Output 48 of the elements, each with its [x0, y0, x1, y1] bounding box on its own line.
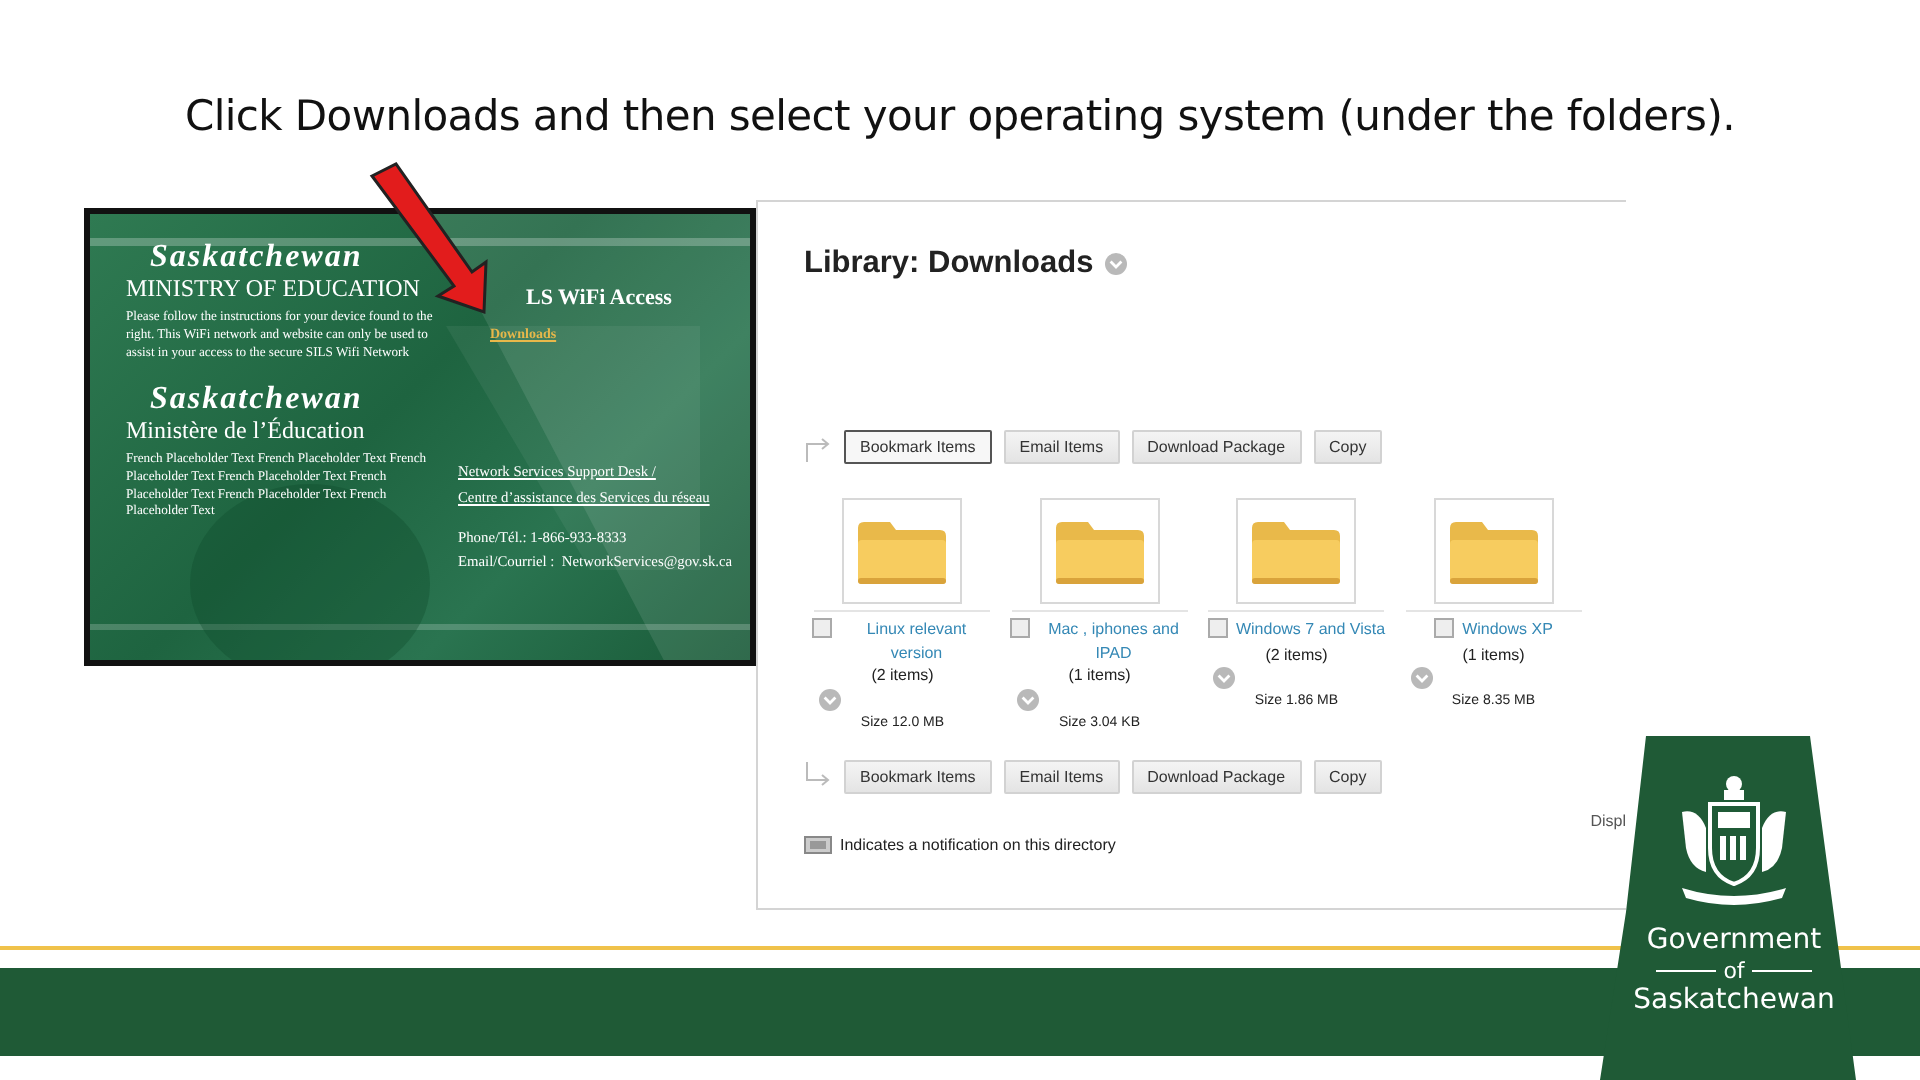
folder-icon: [1055, 521, 1144, 583]
display-label: Displ: [1590, 811, 1626, 829]
item-count: (2 items): [871, 664, 934, 687]
chevron-icon: [1015, 687, 1040, 711]
toolbar-button[interactable]: Bookmark Items: [844, 430, 992, 464]
folder-tile[interactable]: [1039, 498, 1160, 604]
ministry-heading: Saskatchewan: [148, 383, 365, 416]
chevron-icon: [1212, 666, 1237, 690]
folder-icon: [1252, 521, 1341, 583]
checkbox[interactable]: [1207, 618, 1228, 638]
toolbar-button[interactable]: Email Items: [1003, 759, 1120, 793]
toolbar-button[interactable]: Download Package: [1131, 430, 1302, 464]
item-count: (1 items): [1068, 664, 1131, 687]
toolbar-button[interactable]: Download Package: [1131, 759, 1302, 793]
ministry-name: MINISTRY OF EDUCATION: [126, 274, 420, 304]
folder-tile[interactable]: [1236, 498, 1357, 604]
ministry-heading: Saskatchewan: [148, 242, 365, 274]
corner-arrow-icon: [804, 762, 832, 790]
page-title: LS WiFi Access: [524, 286, 674, 310]
folder-link[interactable]: Mac , iphones and IPAD: [1037, 618, 1190, 664]
logo-text: of: [1723, 958, 1745, 984]
notification-icon: [804, 835, 832, 853]
ministry-name: Ministère de l’Éducation: [126, 415, 365, 446]
folder-link[interactable]: Windows 7 and Vista: [1235, 618, 1386, 641]
logo-text: Government: [1646, 924, 1822, 958]
toolbar-button[interactable]: Copy: [1313, 759, 1383, 793]
logo-text: Saskatchewan: [1633, 984, 1835, 1018]
instruction-text: Click Downloads and then select your operating system (under the folders).: [183, 90, 1737, 140]
item-count: (1 items): [1462, 643, 1525, 666]
corner-arrow-icon: [804, 433, 832, 461]
chevron-icon: [818, 687, 843, 711]
chevron-icon: [1103, 252, 1128, 276]
item-count: (2 items): [1265, 643, 1328, 666]
toolbar-button[interactable]: Copy: [1313, 430, 1383, 464]
library-title: Library: Downloads: [804, 246, 1094, 282]
toolbar-button[interactable]: Bookmark Items: [844, 759, 992, 793]
folder-tile[interactable]: [1433, 498, 1554, 604]
folder-link[interactable]: Windows XP: [1462, 618, 1553, 641]
checkbox[interactable]: [1009, 618, 1030, 638]
checkbox[interactable]: [812, 618, 833, 638]
folder-link[interactable]: Linux relevant version: [840, 618, 993, 664]
folder-icon: [1449, 521, 1538, 583]
folder-icon: [858, 521, 947, 583]
legend-text: Indicates a notification on this directory: [840, 835, 1116, 853]
checkbox[interactable]: [1434, 618, 1455, 638]
toolbar-button[interactable]: Email Items: [1003, 430, 1120, 464]
folder-tile[interactable]: [842, 498, 963, 604]
chevron-icon: [1409, 666, 1434, 690]
